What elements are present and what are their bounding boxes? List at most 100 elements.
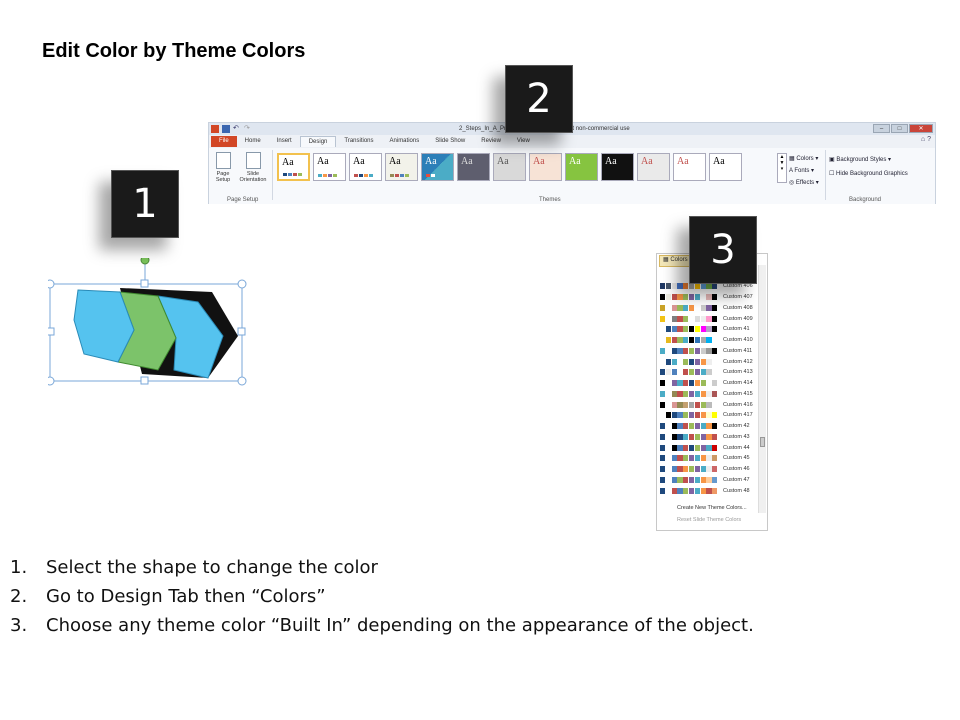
color-swatch bbox=[677, 423, 683, 430]
reset-slide-theme-colors[interactable]: Reset Slide Theme Colors bbox=[677, 517, 741, 523]
color-swatches bbox=[660, 423, 718, 430]
colors-dropdown-header[interactable]: ▦ Colors bbox=[659, 255, 692, 267]
tab-home[interactable]: Home bbox=[237, 136, 269, 147]
color-swatch bbox=[712, 401, 718, 408]
background-styles-button[interactable]: ▣ Background Styles ▾ bbox=[829, 154, 908, 168]
color-swatch bbox=[683, 347, 689, 354]
color-swatch bbox=[660, 315, 666, 322]
color-swatches bbox=[660, 466, 718, 473]
create-new-theme-colors[interactable]: Create New Theme Colors... bbox=[677, 505, 747, 511]
color-swatch bbox=[683, 358, 689, 365]
theme-color-option[interactable]: Custom 48 bbox=[660, 485, 753, 496]
color-swatch bbox=[660, 337, 666, 344]
close-button[interactable]: ✕ bbox=[909, 124, 933, 133]
theme-color-option[interactable]: Custom 43 bbox=[660, 432, 753, 443]
color-swatch bbox=[660, 283, 666, 290]
tab-animations[interactable]: Animations bbox=[382, 136, 428, 147]
theme-color-option[interactable]: Custom 410 bbox=[660, 335, 753, 346]
effects-button[interactable]: ◎ Effects ▾ bbox=[789, 177, 819, 189]
color-swatch bbox=[694, 380, 701, 387]
theme-thumbnail[interactable]: Aa bbox=[385, 153, 418, 181]
color-swatch bbox=[694, 466, 701, 473]
theme-thumbnail[interactable]: Aa bbox=[565, 153, 598, 181]
color-swatch bbox=[677, 390, 683, 397]
theme-color-option[interactable]: Custom 409 bbox=[660, 313, 753, 324]
tab-view[interactable]: View bbox=[509, 136, 538, 147]
scrollbar-thumb[interactable] bbox=[760, 437, 765, 447]
color-swatch bbox=[671, 401, 677, 408]
color-swatch bbox=[700, 380, 706, 387]
tab-slide-show[interactable]: Slide Show bbox=[427, 136, 473, 147]
theme-thumbnail[interactable]: Aa bbox=[277, 153, 310, 181]
help-icon[interactable]: ⌂ ? bbox=[921, 136, 931, 143]
fonts-button[interactable]: A Fonts ▾ bbox=[789, 165, 819, 177]
selected-arrow-shape[interactable] bbox=[48, 258, 248, 388]
color-swatch bbox=[706, 369, 712, 376]
color-swatch bbox=[677, 294, 683, 301]
theme-thumbnail[interactable]: Aa bbox=[709, 153, 742, 181]
theme-color-option[interactable]: Custom 414 bbox=[660, 378, 753, 389]
instruction-step: 2. Go to Design Tab then “Colors” bbox=[10, 586, 326, 607]
theme-thumbnail[interactable]: Aa bbox=[457, 153, 490, 181]
theme-color-label: Custom 43 bbox=[723, 433, 750, 440]
maximize-button[interactable]: □ bbox=[891, 124, 908, 133]
color-swatch bbox=[688, 326, 695, 333]
redo-icon[interactable]: ↷ bbox=[244, 125, 252, 133]
tab-transitions[interactable]: Transitions bbox=[336, 136, 381, 147]
colors-button[interactable]: ▦ Colors ▾ bbox=[789, 153, 819, 165]
page-setup-button[interactable]: Page Setup bbox=[211, 152, 235, 183]
theme-color-option[interactable]: Custom 407 bbox=[660, 292, 753, 303]
dropdown-scrollbar[interactable] bbox=[758, 265, 766, 513]
theme-thumbnail[interactable]: Aa bbox=[637, 153, 670, 181]
color-swatch bbox=[683, 412, 689, 419]
color-swatch bbox=[683, 455, 689, 462]
theme-color-option[interactable]: Custom 44 bbox=[660, 442, 753, 453]
theme-color-option[interactable]: Custom 416 bbox=[660, 399, 753, 410]
theme-color-option[interactable]: Custom 412 bbox=[660, 356, 753, 367]
theme-color-option[interactable]: Custom 46 bbox=[660, 464, 753, 475]
rotate-handle[interactable] bbox=[140, 258, 150, 265]
save-icon[interactable] bbox=[222, 125, 230, 133]
theme-color-option[interactable]: Custom 413 bbox=[660, 367, 753, 378]
theme-thumbnail[interactable]: Aa bbox=[529, 153, 562, 181]
color-swatch bbox=[688, 423, 695, 430]
theme-color-option[interactable]: Custom 417 bbox=[660, 410, 753, 421]
theme-color-option[interactable]: Custom 47 bbox=[660, 475, 753, 486]
theme-thumbnail[interactable]: Aa bbox=[493, 153, 526, 181]
color-swatch bbox=[677, 358, 683, 365]
color-swatch bbox=[688, 358, 695, 365]
color-swatch bbox=[683, 476, 689, 483]
color-swatch bbox=[665, 455, 672, 462]
theme-color-option[interactable]: Custom 41 bbox=[660, 324, 753, 335]
undo-icon[interactable]: ↶ bbox=[233, 125, 241, 133]
theme-color-option[interactable]: Custom 408 bbox=[660, 303, 753, 314]
theme-color-option[interactable]: Custom 411 bbox=[660, 346, 753, 357]
theme-thumbnail[interactable]: Aa bbox=[673, 153, 706, 181]
theme-color-option[interactable]: Custom 45 bbox=[660, 453, 753, 464]
theme-thumbnail[interactable]: Aa bbox=[349, 153, 382, 181]
themes-gallery-scroll[interactable]: ▲ ▼ ▾ bbox=[777, 153, 787, 183]
theme-thumbnail[interactable]: Aa bbox=[313, 153, 346, 181]
theme-color-option[interactable]: Custom 415 bbox=[660, 389, 753, 400]
page-setup-label: Page Setup bbox=[215, 171, 231, 183]
step-badge-3: 3 bbox=[689, 216, 757, 284]
slide-orientation-button[interactable]: Slide Orientation bbox=[237, 152, 269, 183]
tab-review[interactable]: Review bbox=[473, 136, 509, 147]
color-swatch bbox=[694, 401, 701, 408]
tab-file[interactable]: File bbox=[211, 136, 237, 147]
theme-thumbnail[interactable]: Aa bbox=[601, 153, 634, 181]
theme-thumbnail[interactable]: Aa bbox=[421, 153, 454, 181]
color-swatch bbox=[683, 380, 689, 387]
background-group-label: Background bbox=[849, 197, 882, 203]
instruction-list: 1. Select the shape to change the color 2… bbox=[10, 553, 754, 640]
minimize-button[interactable]: – bbox=[873, 124, 890, 133]
color-swatch bbox=[694, 358, 701, 365]
color-swatch bbox=[700, 294, 706, 301]
tab-insert[interactable]: Insert bbox=[269, 136, 300, 147]
theme-color-option[interactable]: Custom 42 bbox=[660, 421, 753, 432]
color-swatch bbox=[700, 304, 706, 311]
hide-background-graphics-checkbox[interactable]: ☐ Hide Background Graphics bbox=[829, 168, 908, 182]
theme-color-label: Custom 406 bbox=[723, 283, 753, 290]
tab-design[interactable]: Design bbox=[299, 136, 337, 147]
color-swatch bbox=[671, 369, 677, 376]
